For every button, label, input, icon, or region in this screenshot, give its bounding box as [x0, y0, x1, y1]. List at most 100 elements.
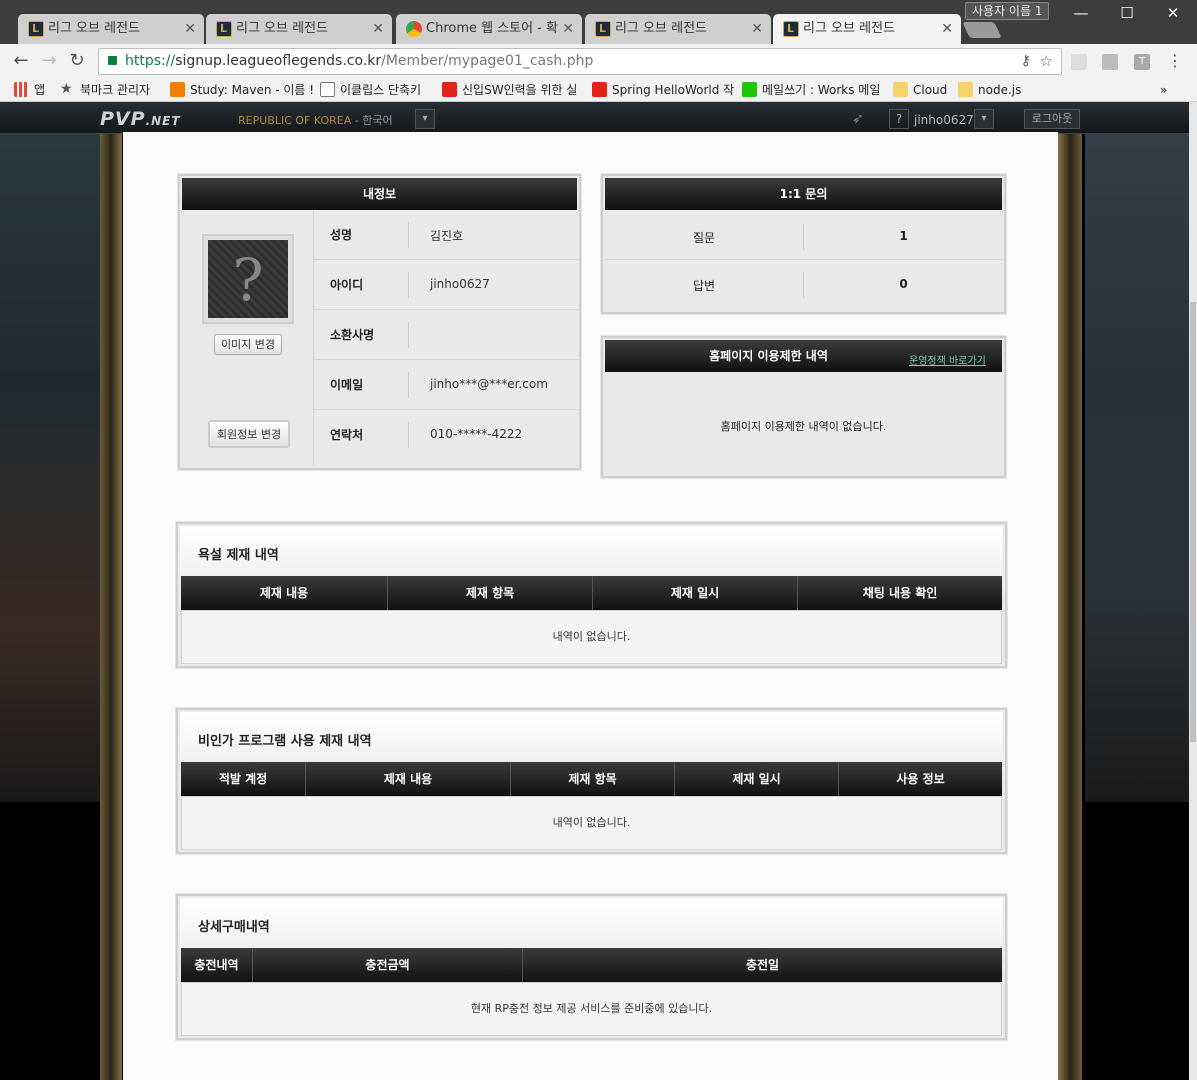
apps-grid-icon [14, 82, 29, 97]
lol-icon [595, 14, 611, 44]
column-header: 사용 정보 [896, 772, 945, 786]
bookmarks-overflow-button[interactable]: » [1160, 81, 1167, 99]
bookmark-item[interactable]: 신입SW인력을 위한 실 [442, 81, 577, 99]
bookmark-item[interactable]: 이클립스 단축키 [320, 81, 421, 99]
url-path: /Member/mypage01_cash.php [381, 53, 594, 69]
browser-tab[interactable]: 리그 오브 레전드 ✕ [206, 14, 392, 44]
forward-icon[interactable]: → [38, 50, 60, 72]
purchase-table-header: 충전내역 충전금액 충전일 [181, 948, 1002, 982]
blogger-icon [170, 82, 185, 97]
column-header: 제재 내용 [181, 576, 388, 610]
reload-icon[interactable]: ↻ [66, 50, 88, 72]
abuse-title: 욕설 제재 내역 [198, 548, 279, 563]
info-row-phone: 연락처 010-*****-4222 [314, 410, 578, 460]
tab-title: 리그 오브 레전드 [48, 21, 140, 36]
inquiry-panel: 1:1 문의 질문 1 답변 0 [601, 174, 1006, 314]
profile-button[interactable]: 사용자 이름 1 [965, 2, 1050, 20]
illegal-program-panel: 비인가 프로그램 사용 제재 내역 적발 계정 제재 내용 제재 항목 제재 일… [176, 708, 1007, 854]
close-icon[interactable]: ✕ [941, 14, 953, 44]
inquiry-title: 1:1 문의 [605, 178, 1002, 210]
edit-member-info-button[interactable]: 회원정보 변경 [208, 420, 290, 448]
column-header: 제재 내용 [306, 762, 511, 796]
bookmark-star-icon[interactable]: ☆ [1040, 49, 1053, 74]
illegal-table-header: 적발 계정 제재 내용 제재 항목 제재 일시 사용 정보 [181, 762, 1002, 796]
lol-icon [28, 14, 44, 44]
column-header: 충전내역 [181, 948, 253, 982]
bookmark-item[interactable]: 메일쓰기 : Works 메일 [742, 81, 880, 99]
bookmark-apps[interactable]: 앱 [14, 81, 45, 99]
menu-icon[interactable]: ⋮ [1164, 50, 1186, 72]
back-icon[interactable]: ← [10, 50, 32, 72]
tab-title: 리그 오브 레전드 [615, 21, 707, 36]
column-header: 충전일 [745, 958, 780, 972]
lol-icon [783, 14, 799, 44]
info-row-summoner: 소환사명 [314, 310, 578, 360]
username[interactable]: jinho0627 [914, 113, 974, 127]
abuse-panel: 욕설 제재 내역 제재 내용 제재 항목 제재 일시 채팅 내용 확인 내역이 … [176, 522, 1007, 668]
background-art-left [0, 102, 105, 802]
maximize-icon[interactable]: ☐ [1104, 0, 1150, 26]
restriction-panel: 홈페이지 이용제한 내역 운영정책 바로가기 홈페이지 이용제한 내역이 없습니… [601, 336, 1006, 478]
browser-tab[interactable]: Chrome 웹 스토어 - 확 ✕ [396, 14, 582, 44]
page-icon [320, 82, 335, 97]
close-icon[interactable]: ✕ [372, 14, 384, 44]
youtube-icon [592, 82, 607, 97]
key-icon[interactable]: ⚷ [1021, 49, 1031, 74]
inquiry-row-questions: 질문 1 [605, 214, 1002, 260]
column-header: 충전금액 [253, 948, 523, 982]
drive-icon[interactable] [1102, 54, 1118, 70]
browser-tab[interactable]: 리그 오브 레전드 ✕ [18, 14, 204, 44]
url-host: signup.leagueoflegends.co.kr [175, 53, 382, 69]
close-icon[interactable]: ✕ [751, 14, 763, 44]
lol-icon [216, 14, 232, 44]
close-icon[interactable]: ✕ [562, 14, 574, 44]
bookmark-item[interactable]: Spring HelloWorld 작 [592, 81, 734, 99]
pvp-logo[interactable]: PVP.NET [100, 108, 181, 130]
background-art-right [1085, 102, 1189, 802]
web-page: PVP.NET REPUBLIC OF KOREA - 한국어 ▾ ➶ ? ji… [0, 102, 1189, 1080]
avatar: ? [202, 234, 294, 324]
bookmark-item[interactable]: Study: Maven - 이름 ! [170, 81, 314, 99]
frame-border-right [1058, 132, 1082, 1080]
extension-icon[interactable] [1071, 54, 1087, 70]
content-area: 내정보 ? 이미지 변경 회원정보 변경 성명 김진호 아이디 jinho0627 … [123, 132, 1058, 1080]
minimize-icon[interactable]: — [1058, 0, 1104, 26]
youtube-icon [442, 82, 457, 97]
address-bar[interactable]: https://signup.leagueoflegends.co.kr/Mem… [98, 48, 1062, 75]
illegal-empty: 내역이 없습니다. [181, 796, 1002, 850]
language-dropdown-icon[interactable]: ▾ [415, 109, 435, 129]
close-icon[interactable]: ✕ [184, 14, 196, 44]
column-header: 채팅 내용 확인 [862, 586, 938, 600]
user-dropdown-icon[interactable]: ▾ [974, 109, 994, 129]
policy-link[interactable]: 운영정책 바로가기 [909, 352, 986, 367]
myinfo-title: 내정보 [182, 178, 577, 210]
extension-t-icon[interactable]: T [1134, 54, 1150, 70]
tab-title: 리그 오브 레전드 [236, 21, 328, 36]
close-window-icon[interactable]: ✕ [1150, 0, 1196, 26]
myinfo-table: 성명 김진호 아이디 jinho0627 소환사명 이메일 jinho***@***e… [314, 210, 578, 460]
purchase-empty: 현재 RP충전 정보 제공 서비스를 준비중에 있습니다. [181, 982, 1002, 1036]
change-image-button[interactable]: 이미지 변경 [214, 334, 282, 355]
mail-icon [742, 82, 757, 97]
new-tab-button[interactable] [962, 22, 1002, 38]
purchase-title: 상세구매내역 [198, 920, 270, 935]
avatar-column: ? 이미지 변경 회원정보 변경 [182, 210, 314, 466]
scrollbar-thumb[interactable] [1190, 302, 1196, 742]
info-row-email: 이메일 jinho***@***er.com [314, 360, 578, 410]
bookmarks-bar: 앱 ★ 북마크 관리자 Study: Maven - 이름 ! 이클립스 단축키 … [0, 78, 1197, 102]
logout-button[interactable]: 로그아웃 [1024, 109, 1080, 129]
browser-tab-active[interactable]: 리그 오브 레전드 ✕ [773, 14, 961, 44]
tab-title: 리그 오브 레전드 [803, 21, 895, 36]
column-header: 제재 일시 [675, 762, 839, 796]
page-scrollbar[interactable] [1189, 102, 1197, 1080]
myinfo-panel: 내정보 ? 이미지 변경 회원정보 변경 성명 김진호 아이디 jinho0627 … [178, 174, 581, 470]
pvp-header: PVP.NET REPUBLIC OF KOREA - 한국어 ▾ ➶ ? ji… [0, 102, 1189, 134]
help-icon[interactable]: ? [889, 109, 909, 129]
bookmark-folder[interactable]: Cloud [893, 81, 947, 99]
folder-icon [958, 82, 973, 97]
rocket-icon[interactable]: ➶ [852, 111, 864, 127]
bookmark-manager[interactable]: ★ 북마크 관리자 [60, 81, 150, 99]
info-row-id: 아이디 jinho0627 [314, 260, 578, 310]
bookmark-folder[interactable]: node.js [958, 81, 1021, 99]
browser-tab[interactable]: 리그 오브 레전드 ✕ [585, 14, 771, 44]
